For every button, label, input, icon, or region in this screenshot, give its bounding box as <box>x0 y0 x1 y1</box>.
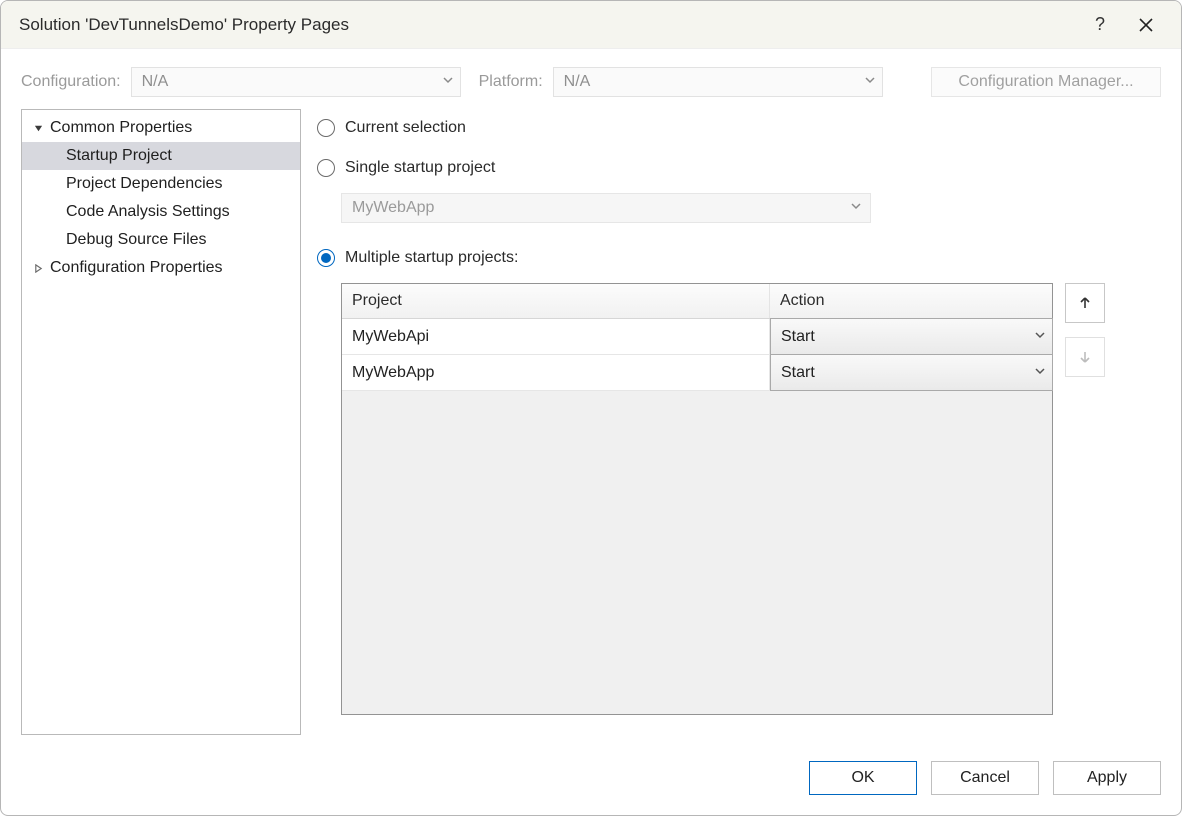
tree-label: Common Properties <box>50 119 192 137</box>
platform-combo: N/A <box>553 67 883 97</box>
collapsed-arrow-icon <box>30 264 46 273</box>
tree-node-project-dependencies[interactable]: Project Dependencies <box>22 170 300 198</box>
chevron-down-icon <box>442 73 454 91</box>
configuration-combo: N/A <box>131 67 461 97</box>
apply-button[interactable]: Apply <box>1053 761 1161 795</box>
chevron-down-icon <box>1034 364 1046 382</box>
cell-action-value: Start <box>781 364 815 382</box>
radio-icon <box>317 249 335 267</box>
ok-label: OK <box>851 769 874 787</box>
radio-single-startup[interactable]: Single startup project <box>317 153 1161 183</box>
tree-node-configuration-properties[interactable]: Configuration Properties <box>22 254 300 282</box>
tree-node-debug-source[interactable]: Debug Source Files <box>22 226 300 254</box>
move-up-button[interactable] <box>1065 283 1105 323</box>
table-row[interactable]: MyWebApp Start <box>342 355 1052 391</box>
col-header-project[interactable]: Project <box>342 284 770 318</box>
titlebar: Solution 'DevTunnelsDemo' Property Pages… <box>1 1 1181 49</box>
chevron-down-icon <box>850 199 862 217</box>
tree-label: Debug Source Files <box>66 231 207 249</box>
configuration-manager-label: Configuration Manager... <box>958 73 1133 91</box>
cell-project: MyWebApi <box>342 319 770 354</box>
help-button[interactable]: ? <box>1077 5 1123 45</box>
startup-grid-wrap: Project Action MyWebApi Start MyW <box>341 283 1161 715</box>
chevron-down-icon <box>1034 328 1046 346</box>
apply-label: Apply <box>1087 769 1127 787</box>
startup-projects-grid[interactable]: Project Action MyWebApi Start MyW <box>341 283 1053 715</box>
configuration-label: Configuration: <box>21 73 121 91</box>
radio-icon <box>317 119 335 137</box>
radio-label: Single startup project <box>345 159 495 177</box>
radio-current-selection[interactable]: Current selection <box>317 113 1161 143</box>
radio-label: Current selection <box>345 119 466 137</box>
configuration-manager-button: Configuration Manager... <box>931 67 1161 97</box>
cell-action-value: Start <box>781 328 815 346</box>
radio-icon <box>317 159 335 177</box>
platform-label: Platform: <box>479 73 543 91</box>
footer: OK Cancel Apply <box>1 747 1181 815</box>
cell-action-combo[interactable]: Start <box>770 354 1053 391</box>
tree-node-startup-project[interactable]: Startup Project <box>22 142 300 170</box>
tree-label: Code Analysis Settings <box>66 203 230 221</box>
config-row: Configuration: N/A Platform: N/A Configu… <box>1 49 1181 109</box>
tree-label: Project Dependencies <box>66 175 223 193</box>
radio-label: Multiple startup projects: <box>345 249 518 267</box>
col-header-action[interactable]: Action <box>770 284 1052 318</box>
chevron-down-icon <box>864 73 876 91</box>
tree-label: Startup Project <box>66 147 172 165</box>
radio-multiple-startup[interactable]: Multiple startup projects: <box>317 243 1161 273</box>
configuration-value: N/A <box>142 73 169 91</box>
table-row[interactable]: MyWebApi Start <box>342 319 1052 355</box>
ok-button[interactable]: OK <box>809 761 917 795</box>
platform-value: N/A <box>564 73 591 91</box>
body: Common Properties Startup Project Projec… <box>1 109 1181 747</box>
cancel-button[interactable]: Cancel <box>931 761 1039 795</box>
tree-node-code-analysis[interactable]: Code Analysis Settings <box>22 198 300 226</box>
expand-arrow-icon <box>30 124 46 133</box>
move-down-button <box>1065 337 1105 377</box>
tree-label: Configuration Properties <box>50 259 223 277</box>
cancel-label: Cancel <box>960 769 1010 787</box>
single-startup-combo: MyWebApp <box>341 193 871 223</box>
close-button[interactable] <box>1123 5 1169 45</box>
cell-project: MyWebApp <box>342 355 770 390</box>
nav-tree[interactable]: Common Properties Startup Project Projec… <box>21 109 301 735</box>
property-pages-window: Solution 'DevTunnelsDemo' Property Pages… <box>0 0 1182 816</box>
single-startup-value: MyWebApp <box>352 199 434 217</box>
cell-action-combo[interactable]: Start <box>770 318 1053 355</box>
grid-header: Project Action <box>342 284 1052 319</box>
reorder-buttons <box>1065 283 1105 377</box>
tree-node-common-properties[interactable]: Common Properties <box>22 114 300 142</box>
main-pane: Current selection Single startup project… <box>317 109 1161 735</box>
window-title: Solution 'DevTunnelsDemo' Property Pages <box>19 15 1077 35</box>
